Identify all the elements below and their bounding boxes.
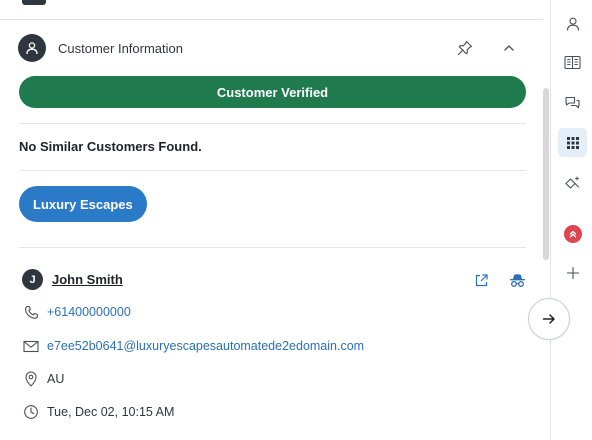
book-icon[interactable] (558, 48, 587, 77)
location-pin-icon (22, 370, 40, 388)
previous-section-edge (0, 0, 543, 20)
customer-avatar: J (22, 269, 43, 290)
customer-information-header: Customer Information (18, 33, 526, 63)
divider (19, 123, 526, 124)
scrollbar[interactable] (543, 88, 549, 260)
customer-name-row: J John Smith (22, 269, 123, 290)
section-title: Customer Information (58, 40, 183, 56)
phone-icon (22, 303, 40, 321)
email-row: e7ee52b0641@luxuryescapesautomatede2edom… (22, 337, 364, 355)
chevron-up-icon[interactable] (498, 37, 520, 59)
country-row: AU (22, 370, 64, 388)
chat-bubbles-icon[interactable] (558, 88, 587, 117)
email-link[interactable]: e7ee52b0641@luxuryescapesautomatede2edom… (47, 339, 364, 353)
customer-verified-banner: Customer Verified (19, 76, 526, 108)
arrow-right-button[interactable] (528, 298, 570, 340)
country-value: AU (47, 372, 65, 386)
brand-button[interactable]: Luxury Escapes (19, 186, 147, 222)
customer-information-panel: Customer Information Customer Verified N… (0, 20, 543, 440)
mail-icon (22, 337, 40, 355)
incognito-icon[interactable] (506, 269, 528, 291)
divider (19, 247, 526, 248)
local-time-value: Tue, Dec 02, 10:15 AM (47, 405, 175, 419)
user-icon (18, 34, 46, 62)
pin-icon[interactable] (454, 37, 476, 59)
arrow-right-icon (542, 314, 555, 324)
phone-link[interactable]: +61400000000 (47, 305, 131, 319)
previous-section-stub (22, 0, 46, 5)
user-icon[interactable] (558, 9, 587, 38)
divider (19, 170, 526, 171)
brand-label: Luxury Escapes (33, 196, 133, 212)
phone-row: +61400000000 (22, 303, 131, 321)
apps-grid-icon[interactable] (558, 128, 587, 157)
external-link-icon[interactable] (470, 269, 492, 291)
similar-customers-message: No Similar Customers Found. (19, 139, 202, 154)
customer-name-link[interactable]: John Smith (52, 272, 123, 287)
verified-label: Customer Verified (216, 84, 329, 100)
app-badge-icon[interactable] (558, 219, 587, 248)
plus-icon[interactable] (558, 258, 587, 287)
scrollbar-thumb[interactable] (543, 88, 549, 260)
right-rail (550, 0, 592, 440)
clock-icon (22, 403, 40, 421)
local-time-row: Tue, Dec 02, 10:15 AM (22, 403, 174, 421)
magic-wand-icon[interactable] (558, 168, 587, 197)
